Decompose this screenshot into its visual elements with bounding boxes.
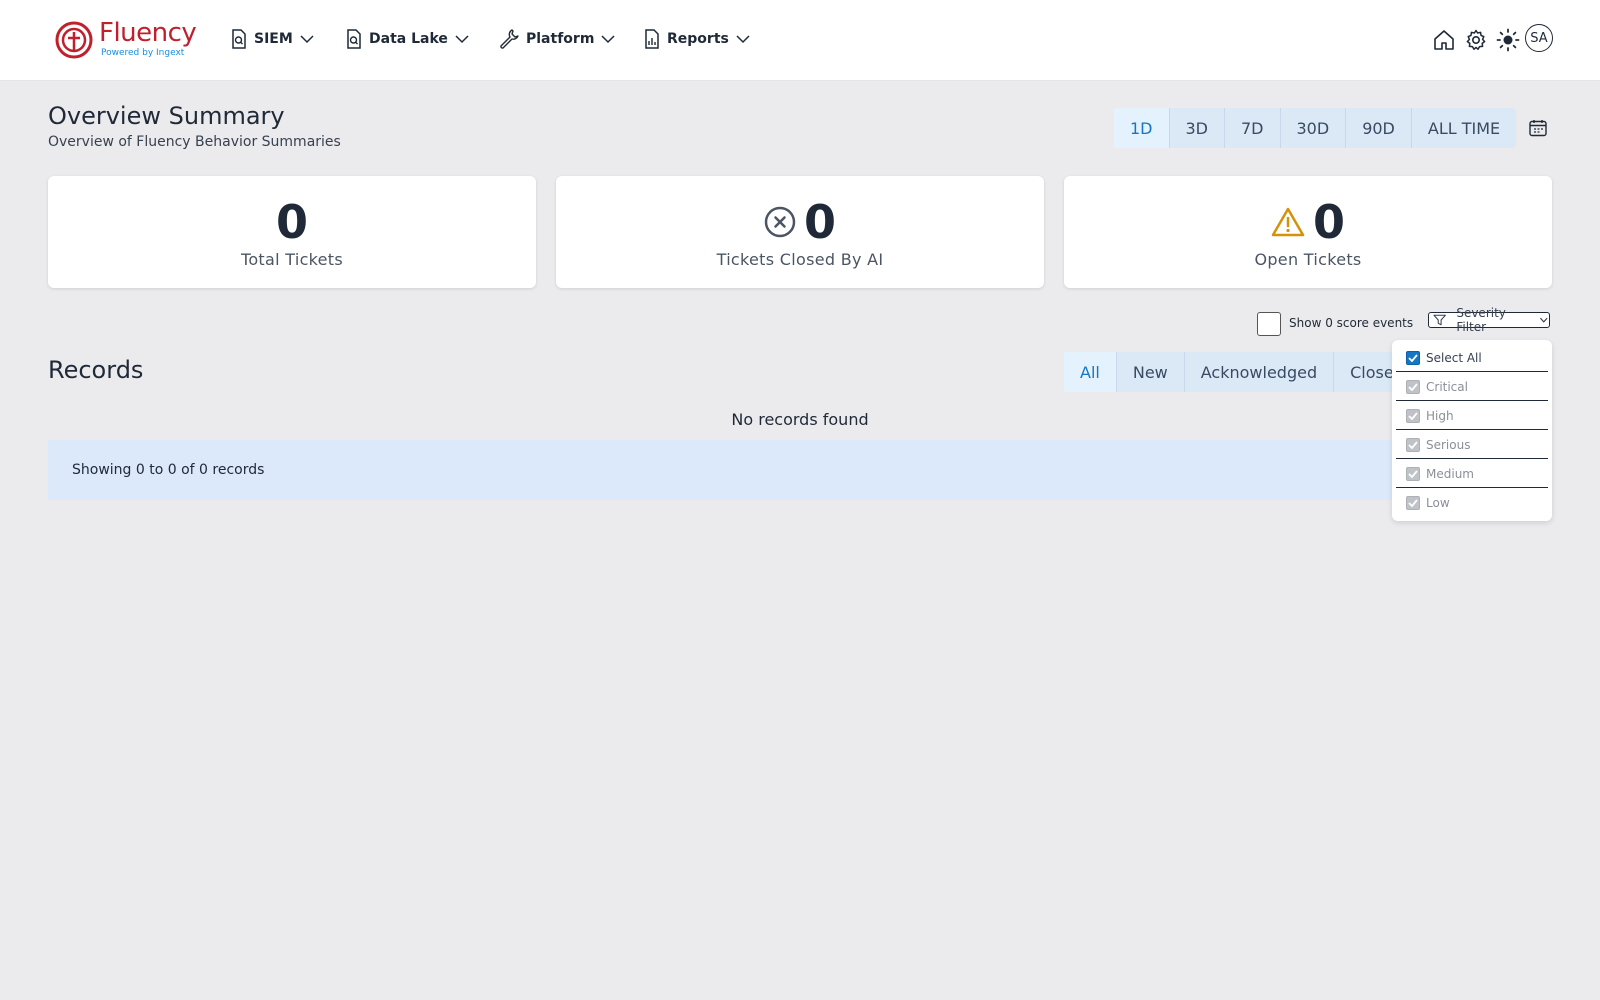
- severity-option-critical: Critical: [1396, 373, 1548, 401]
- closed-by-ai-card: 0 Tickets Closed By AI: [556, 176, 1044, 288]
- checkbox-disabled-icon: [1406, 409, 1420, 423]
- severity-option-label: Select All: [1426, 351, 1482, 365]
- severity-option-serious: Serious: [1396, 431, 1548, 459]
- range-7d-button[interactable]: 7D: [1225, 108, 1281, 148]
- page-subtitle: Overview of Fluency Behavior Summaries: [48, 134, 341, 150]
- tab-all[interactable]: All: [1064, 352, 1117, 392]
- severity-option-label: Low: [1426, 496, 1450, 510]
- nav-platform[interactable]: Platform: [498, 26, 616, 52]
- severity-option-high: High: [1396, 402, 1548, 430]
- report-document-icon: [645, 29, 659, 49]
- range-90d-button[interactable]: 90D: [1346, 108, 1412, 148]
- gear-icon[interactable]: [1464, 28, 1488, 52]
- checkbox-checked-icon[interactable]: [1406, 351, 1420, 365]
- severity-option-label: Critical: [1426, 380, 1468, 394]
- filter-icon: [1433, 314, 1446, 326]
- nav-label: Reports: [667, 31, 729, 47]
- tab-acknowledged[interactable]: Acknowledged: [1185, 352, 1335, 392]
- range-30d-button[interactable]: 30D: [1281, 108, 1347, 148]
- home-icon[interactable]: [1432, 28, 1456, 52]
- pagination-summary: Showing 0 to 0 of 0 records: [72, 462, 265, 478]
- fluency-logo[interactable]: Fluency Powered by Ingext: [55, 18, 197, 62]
- closed-by-ai-label: Tickets Closed By AI: [716, 250, 884, 269]
- show-score-events-label: Show 0 score events: [1289, 316, 1414, 330]
- nav-label: SIEM: [254, 31, 293, 47]
- severity-filter-menu: Select All Critical High Serious Medium …: [1392, 340, 1552, 521]
- show-score-events-checkbox[interactable]: [1257, 312, 1281, 336]
- top-navbar: Fluency Powered by Ingext SIEM Data Lake…: [0, 0, 1600, 81]
- severity-option-select-all[interactable]: Select All: [1396, 344, 1548, 372]
- closed-by-ai-value: 0: [803, 195, 836, 249]
- chevron-down-icon: [300, 35, 314, 44]
- total-tickets-label: Total Tickets: [240, 250, 344, 269]
- severity-option-medium: Medium: [1396, 460, 1548, 488]
- range-1d-button[interactable]: 1D: [1114, 108, 1170, 148]
- close-circle-icon: [764, 206, 796, 238]
- calendar-icon[interactable]: [1528, 118, 1548, 138]
- page-title: Overview Summary: [48, 102, 285, 130]
- checkbox-disabled-icon: [1406, 438, 1420, 452]
- search-document-icon: [232, 29, 246, 49]
- brand-tagline: Powered by Ingext: [101, 48, 185, 58]
- search-document-icon: [347, 29, 361, 49]
- total-tickets-card: 0 Total Tickets: [48, 176, 536, 288]
- sun-icon[interactable]: [1496, 28, 1520, 52]
- open-tickets-card: 0 Open Tickets: [1064, 176, 1552, 288]
- records-tabs: All New Acknowledged Close: [1064, 352, 1434, 392]
- total-tickets-value: 0: [275, 195, 308, 249]
- wrench-icon: [500, 29, 519, 49]
- nav-label: Data Lake: [369, 31, 448, 47]
- range-all-time-button[interactable]: ALL TIME: [1412, 108, 1516, 148]
- checkbox-disabled-icon: [1406, 380, 1420, 394]
- warning-icon: [1271, 207, 1305, 237]
- open-tickets-value: 0: [1312, 195, 1345, 249]
- user-avatar[interactable]: SA: [1525, 24, 1553, 52]
- severity-option-label: Serious: [1426, 438, 1471, 452]
- severity-option-label: Medium: [1426, 467, 1474, 481]
- nav-data-lake[interactable]: Data Lake: [345, 26, 470, 52]
- chevron-down-icon: [1540, 317, 1549, 323]
- fluency-logo-icon: [55, 21, 93, 59]
- open-tickets-label: Open Tickets: [1254, 250, 1362, 269]
- records-title: Records: [48, 356, 144, 384]
- severity-option-low: Low: [1396, 489, 1548, 517]
- nav-siem[interactable]: SIEM: [230, 26, 315, 52]
- chevron-down-icon: [455, 35, 469, 44]
- no-records-message: No records found: [731, 410, 869, 429]
- chevron-down-icon: [736, 35, 750, 44]
- brand-name: Fluency: [99, 18, 197, 48]
- nav-label: Platform: [526, 31, 595, 47]
- tab-new[interactable]: New: [1117, 352, 1185, 392]
- checkbox-disabled-icon: [1406, 496, 1420, 510]
- range-3d-button[interactable]: 3D: [1170, 108, 1225, 148]
- checkbox-disabled-icon: [1406, 467, 1420, 481]
- time-range-selector: 1D 3D 7D 30D 90D ALL TIME: [1114, 108, 1517, 148]
- chevron-down-icon: [601, 35, 615, 44]
- severity-filter-button[interactable]: Severity Filter: [1428, 306, 1550, 334]
- severity-filter-label: Severity Filter: [1456, 306, 1506, 334]
- pagination-bar: Showing 0 to 0 of 0 records: [48, 440, 1552, 500]
- severity-option-label: High: [1426, 409, 1454, 423]
- nav-reports[interactable]: Reports: [643, 26, 751, 52]
